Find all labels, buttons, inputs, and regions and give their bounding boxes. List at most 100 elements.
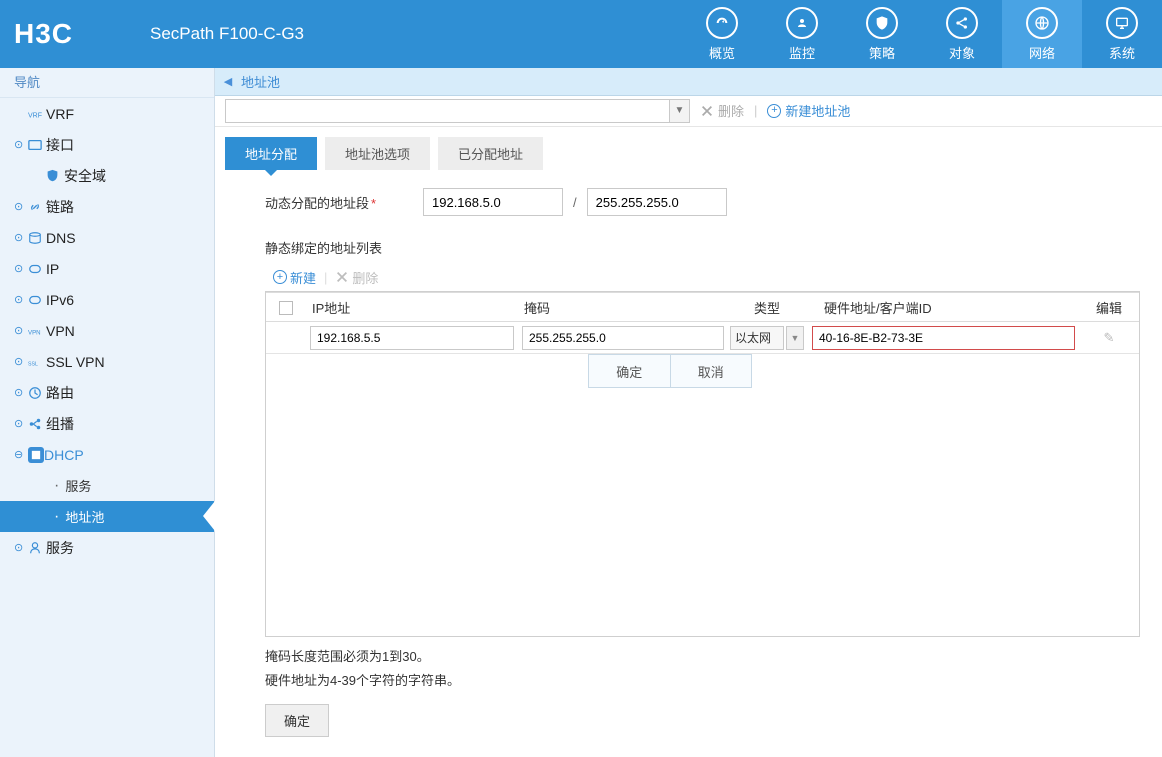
topnav-label: 网络 [1029,43,1055,62]
row-ok-button[interactable]: 确定 [589,355,671,387]
col-type: 类型 [728,298,806,317]
interface-icon [28,138,46,152]
tool-label: 新建地址池 [785,101,850,120]
topnav-label: 监控 [789,43,815,62]
sidebar-item-multicast[interactable]: ⊙ 组播 [0,408,214,439]
pool-toolbar: ▼ 删除 | + 新建地址池 [215,96,1162,127]
sidebar-item-vrf[interactable]: VRF VRF [0,98,214,129]
expand-icon[interactable]: ⊙ [14,386,28,399]
sidebar-label: DHCP [44,447,84,463]
chevron-down-icon[interactable]: ▼ [669,100,689,122]
sidebar-item-dhcp[interactable]: ⊖ DHCP [0,439,214,470]
sidebar-label: 服务 [46,538,74,558]
sidebar-item-link[interactable]: ⊙ 链路 [0,191,214,222]
topnav-policy[interactable]: 策略 [842,0,922,68]
col-ip: IP地址 [306,298,518,317]
tab-allocation[interactable]: 地址分配 [225,137,317,170]
row-ip-input[interactable] [310,326,514,350]
x-icon [700,104,714,118]
grid-new-link[interactable]: + 新建 [273,268,316,287]
sidebar-sub-dhcp-service[interactable]: 服务 [0,470,214,501]
topnav-label: 概览 [709,43,735,62]
sidebar-label: 地址池 [65,507,104,526]
expand-icon[interactable]: ⊙ [14,324,28,337]
sidebar-label: 接口 [46,135,74,155]
tab-allocated[interactable]: 已分配地址 [438,137,543,170]
row-mask-input[interactable] [522,326,724,350]
sidebar-sub-secdomain[interactable]: 安全域 [0,160,214,191]
collapse-sidebar-icon[interactable]: ◀ [221,74,235,88]
expand-icon[interactable]: ⊙ [14,293,28,306]
topnav-system[interactable]: 系统 [1082,0,1162,68]
static-bind-grid: IP地址 掩码 类型 硬件地址/客户端ID 编辑 以太网 ▼ [265,291,1140,637]
sidebar-item-route[interactable]: ⊙ 路由 [0,377,214,408]
sidebar: 导航 VRF VRF ⊙ 接口 安全域 ⊙ 链路 ⊙ DNS ⊙ [0,68,215,757]
shield-small-icon [46,169,64,182]
link-icon [28,200,46,214]
static-bind-title: 静态绑定的地址列表 [265,238,1140,257]
row-type-dropdown[interactable]: ▼ [786,326,804,350]
sidebar-sub-dhcp-pool[interactable]: 地址池 [0,501,214,532]
dynamic-range-label: 动态分配的地址段 [265,193,423,212]
collapse-icon[interactable]: ⊖ [14,448,28,461]
dynamic-mask-input[interactable] [587,188,727,216]
select-all-checkbox[interactable] [279,301,293,315]
sidebar-item-service[interactable]: ⊙ 服务 [0,532,214,563]
label: 新建 [290,268,316,287]
divider: | [754,103,757,118]
tab-options[interactable]: 地址池选项 [325,137,430,170]
top-nav: 概览 监控 策略 对象 网络 系统 [682,0,1162,68]
sidebar-item-ipv6[interactable]: ⊙ IPv6 [0,284,214,315]
sslvpn-icon: SSL [28,355,46,369]
svg-text:SSL: SSL [28,361,38,367]
brand-logo: H3C [0,18,150,50]
sidebar-label: VRF [46,106,74,122]
topnav-monitor[interactable]: 监控 [762,0,842,68]
route-icon [28,386,46,400]
sidebar-item-sslvpn[interactable]: ⊙ SSL SSL VPN [0,346,214,377]
expand-icon[interactable]: ⊙ [14,231,28,244]
dynamic-range-row: 动态分配的地址段 / [265,188,1140,216]
dynamic-ip-input[interactable] [423,188,563,216]
submit-button[interactable]: 确定 [265,704,329,737]
expand-icon[interactable]: ⊙ [14,200,28,213]
main-content: ◀ 地址池 ▼ 删除 | + 新建地址池 地址分配 地址池选项 已分配地址 [215,68,1162,757]
topnav-label: 策略 [869,43,895,62]
sidebar-item-interface[interactable]: ⊙ 接口 [0,129,214,160]
row-cancel-button[interactable]: 取消 [671,355,752,387]
svg-text:VRF: VRF [28,112,42,119]
vrf-icon: VRF [28,107,46,121]
expand-icon[interactable]: ⊙ [14,541,28,554]
expand-icon[interactable]: ⊙ [14,417,28,430]
pencil-icon[interactable]: ✎ [1100,329,1118,347]
grid-delete-link[interactable]: 删除 [335,268,378,287]
grid-toolbar: + 新建 | 删除 [265,263,1140,291]
col-hw: 硬件地址/客户端ID [806,298,1079,317]
sidebar-item-dns[interactable]: ⊙ DNS [0,222,214,253]
dns-icon [28,231,46,245]
topnav-overview[interactable]: 概览 [682,0,762,68]
expand-icon[interactable]: ⊙ [14,355,28,368]
col-mask: 掩码 [518,298,728,317]
topnav-network[interactable]: 网络 [1002,0,1082,68]
topnav-object[interactable]: 对象 [922,0,1002,68]
sidebar-label: DNS [46,230,76,246]
pool-select[interactable]: ▼ [225,99,690,123]
grid-head: IP地址 掩码 类型 硬件地址/客户端ID 编辑 [266,292,1139,322]
sidebar-label: VPN [46,323,75,339]
service-icon [28,541,46,555]
sidebar-label: 安全域 [64,166,106,186]
tabs: 地址分配 地址池选项 已分配地址 [225,137,1140,170]
form-hints: 掩码长度范围必须为1到30。 硬件地址为4-39个字符的字符串。 [265,645,1140,692]
pool-select-input[interactable] [226,100,669,122]
expand-icon[interactable]: ⊙ [14,262,28,275]
row-hw-input[interactable] [812,326,1075,350]
pool-new-link[interactable]: + 新建地址池 [767,101,850,120]
dhcp-icon [28,447,44,463]
sidebar-item-ip[interactable]: ⊙ IP [0,253,214,284]
tab-label: 已分配地址 [458,147,523,162]
sidebar-item-vpn[interactable]: ⊙ VPN VPN [0,315,214,346]
col-edit: 编辑 [1079,298,1139,317]
expand-icon[interactable]: ⊙ [14,138,28,151]
pool-delete-link[interactable]: 删除 [700,101,744,120]
